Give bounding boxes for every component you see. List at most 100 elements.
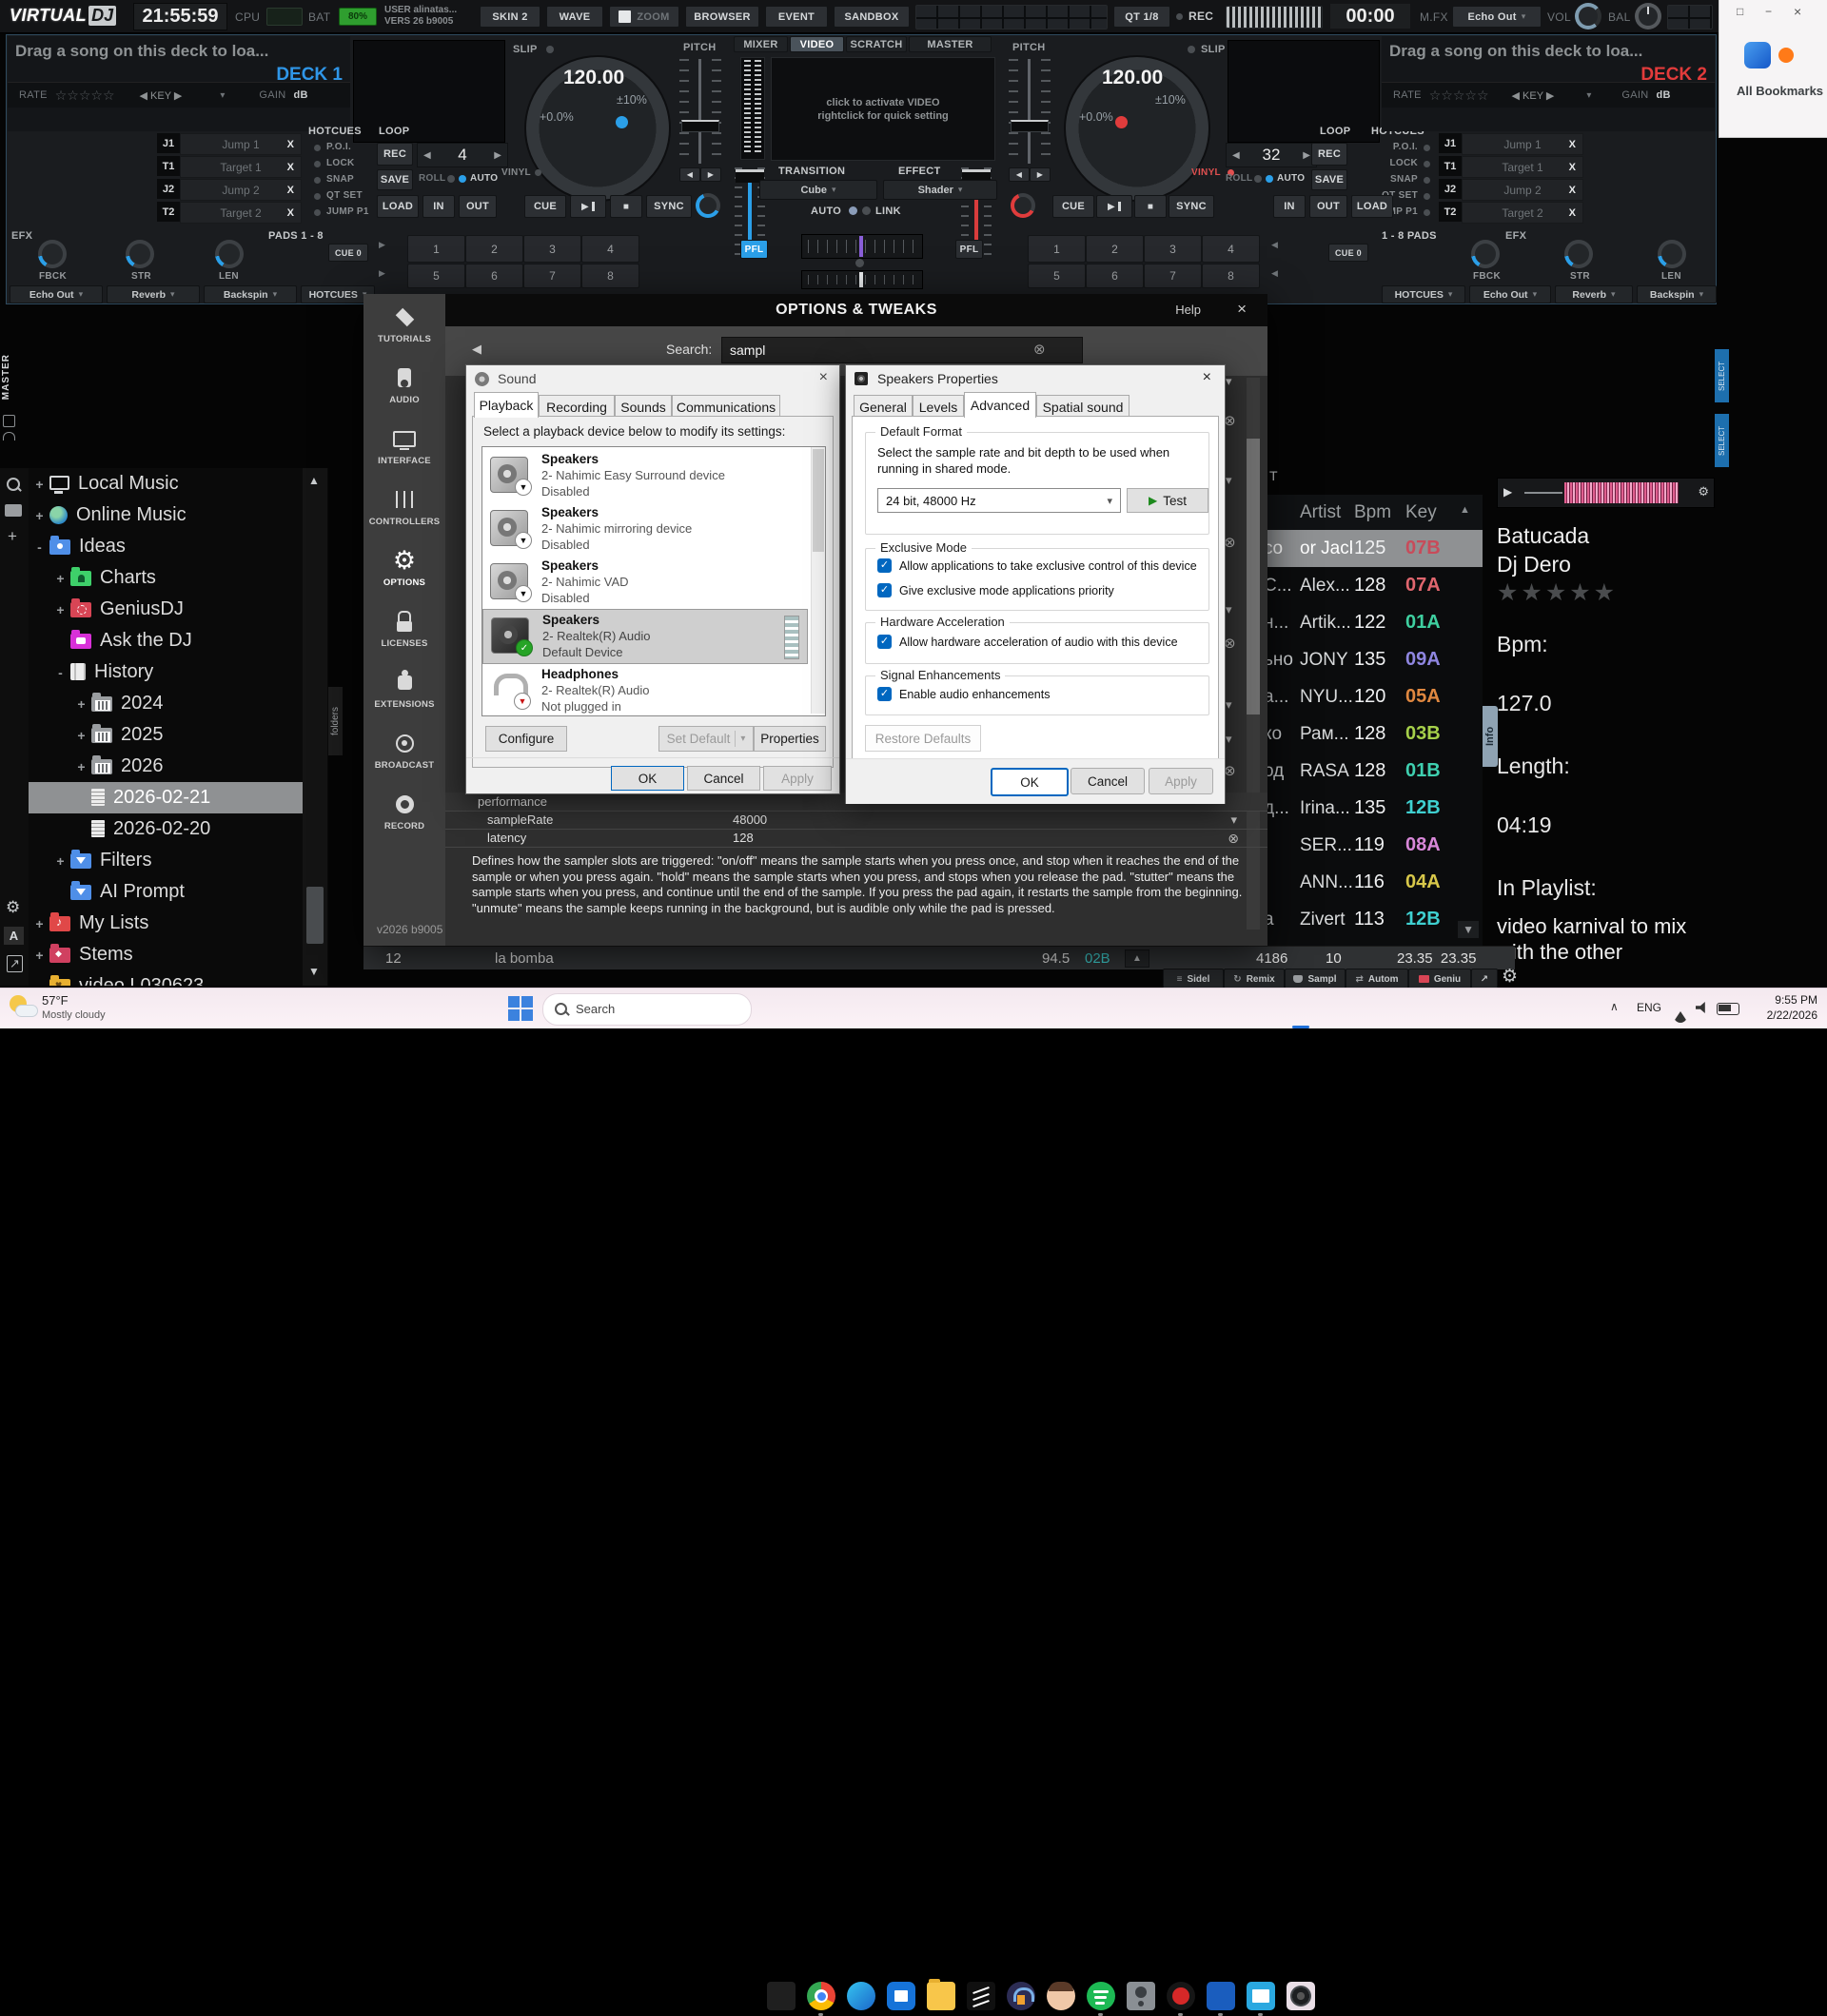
master-volume-knob[interactable] <box>1575 3 1601 29</box>
sidebar-item-ideas[interactable]: - Ideas <box>29 531 328 562</box>
sidebar-item-filters[interactable]: + Filters <box>29 845 328 876</box>
expander[interactable]: + <box>32 508 47 523</box>
folders-tab[interactable]: folders <box>328 687 343 755</box>
deck1-flag-qtset[interactable]: QT SET <box>326 190 363 201</box>
sidebar-item-controllers[interactable]: CONTROLLERS <box>363 477 445 538</box>
apply-button[interactable]: Apply <box>763 766 832 791</box>
sidebar-item-2024[interactable]: +2024 <box>29 688 328 719</box>
configure-button[interactable]: Configure <box>485 726 567 752</box>
sidebar-item-stems[interactable]: + Stems <box>29 939 328 970</box>
taskbar-app-speakers[interactable] <box>1127 1982 1155 2010</box>
effect-select[interactable]: Shader ▾ <box>883 180 997 200</box>
browser-button[interactable]: BROWSER <box>685 6 759 28</box>
deck1-cue4[interactable]: Target 2 X <box>180 202 302 224</box>
row-chevron-icon[interactable]: ▾ <box>1226 732 1232 747</box>
settings-row-latency[interactable]: latency 128 ⊗ <box>445 829 1267 848</box>
cue-clear-icon[interactable]: X <box>287 162 294 173</box>
deck2-pad-6[interactable]: 6 <box>1086 264 1144 288</box>
deck2-title-block[interactable]: Drag a song on this deck to loa... DECK … <box>1382 36 1715 131</box>
deck2-filter-knob[interactable] <box>1011 193 1035 218</box>
deck2-flag-lock[interactable]: LOCK <box>1370 158 1418 168</box>
deck1-pad-2[interactable]: 2 <box>465 235 523 263</box>
pads-page-next-icon[interactable]: ▶ <box>379 268 385 279</box>
deck1-pad-6[interactable]: 6 <box>465 264 523 288</box>
expander[interactable]: + <box>32 477 47 492</box>
deck1-cue2-key[interactable]: T1 <box>157 156 180 176</box>
tracklist-scroll-down-icon[interactable]: ▼ <box>1458 921 1479 938</box>
deck1-loop-rec-button[interactable]: REC <box>377 143 413 166</box>
sampler-grid-right[interactable] <box>1667 5 1713 29</box>
deck1-pad-4[interactable]: 4 <box>581 235 639 263</box>
efx2-slot2-select[interactable]: Reverb ▾ <box>1555 285 1633 303</box>
deck1-flag-jumpp1[interactable]: JUMP P1 <box>326 206 369 217</box>
deck2-cue4-key[interactable]: T2 <box>1439 202 1462 222</box>
ok-button[interactable]: OK <box>991 768 1069 796</box>
master-fx-select[interactable]: Echo Out ▾ <box>1452 6 1542 28</box>
gear-icon[interactable]: ⚙ <box>6 898 20 917</box>
tab-advanced[interactable]: Advanced <box>964 392 1036 418</box>
sampler-button[interactable]: Sampl <box>1285 969 1346 989</box>
deck2-gain-db[interactable]: dB <box>1656 89 1670 101</box>
expander[interactable]: + <box>53 571 68 586</box>
deck2-cue1-key[interactable]: J1 <box>1439 133 1462 153</box>
deck2-pad-1[interactable]: 1 <box>1028 235 1086 263</box>
efx2-cue0-button[interactable]: CUE 0 <box>1328 244 1368 262</box>
zoom-toggle[interactable]: ZOOM <box>609 6 679 28</box>
close-icon[interactable]: × <box>819 369 828 386</box>
sidebar-item-online-music[interactable]: + Online Music <box>29 499 328 531</box>
track-row[interactable]: н... Artik... 122 01A <box>1258 604 1483 641</box>
deck2-pad-5[interactable]: 5 <box>1028 264 1086 288</box>
setting-value[interactable]: 128 <box>733 831 754 845</box>
setting-value[interactable]: 48000 <box>733 812 767 827</box>
speaker-icon[interactable] <box>1696 1002 1705 1013</box>
deck1-loop-in-button[interactable]: IN <box>422 195 455 218</box>
deck2-flag-snap[interactable]: SNAP <box>1370 174 1418 185</box>
ok-button[interactable]: OK <box>611 766 684 791</box>
cue-clear-icon[interactable]: X <box>1569 185 1576 196</box>
external-window-icon[interactable]: ↗ <box>7 955 23 972</box>
deck1-pitch-handle[interactable] <box>681 120 719 132</box>
deck2-sync-button[interactable]: SYNC <box>1169 195 1214 218</box>
deck1-filter-knob[interactable] <box>696 193 720 218</box>
loop-double-icon[interactable]: ▶ <box>494 150 501 161</box>
deck1-pfl-button[interactable]: PFL <box>740 240 768 259</box>
pads-page-prev-icon[interactable]: ◀ <box>1271 268 1278 279</box>
deck2-loop-load-button[interactable]: LOAD <box>1351 195 1393 218</box>
track-row[interactable]: pink10606A <box>1258 938 1483 946</box>
expander[interactable]: + <box>53 853 68 869</box>
deck1-pitch-up-button[interactable]: ▶ <box>700 167 721 182</box>
deck1-pad-7[interactable]: 7 <box>523 264 581 288</box>
efx2-slot3-select[interactable]: Backspin ▾ <box>1637 285 1717 303</box>
tab-video[interactable]: VIDEO <box>790 36 844 52</box>
restore-defaults-button[interactable]: Restore Defaults <box>865 725 981 752</box>
mixer-auto-label[interactable]: AUTO <box>811 206 841 217</box>
track-row[interactable]: a... NYU... 120 05A <box>1258 678 1483 715</box>
deck2-pitch-handle[interactable] <box>1011 120 1049 132</box>
options-scroll-thumb[interactable] <box>1247 439 1260 714</box>
efx1-slot3-select[interactable]: Backspin ▾ <box>204 285 297 303</box>
video-crossfader[interactable] <box>801 270 923 289</box>
cue-clear-icon[interactable]: X <box>287 139 294 150</box>
efx1-cue0-button[interactable]: CUE 0 <box>328 244 368 262</box>
master-output-icon[interactable] <box>3 415 15 427</box>
sidebar-item-tutorials[interactable]: TUTORIALS <box>363 294 445 355</box>
search-input[interactable] <box>721 337 1083 363</box>
window-close-icon[interactable]: × <box>1794 4 1801 19</box>
edge-orange-dot-icon[interactable] <box>1778 48 1794 63</box>
deck1-rate-stars[interactable]: ☆☆☆☆☆ <box>55 88 115 104</box>
video-crossfader-handle[interactable] <box>859 272 863 287</box>
tab-scratch[interactable]: SCRATCH <box>846 36 907 52</box>
deck2-pfl-button[interactable]: PFL <box>955 240 983 259</box>
deck2-cue3[interactable]: Jump 2 X <box>1462 179 1583 201</box>
deck2-loop-rec-button[interactable]: REC <box>1311 143 1347 166</box>
start-button[interactable] <box>507 995 534 1022</box>
clear-search-icon[interactable]: ⊗ <box>1033 341 1046 358</box>
scroll-thumb[interactable] <box>306 887 324 944</box>
weather-widget[interactable]: 57°F Mostly cloudy <box>6 990 148 1027</box>
deck2-pad-8[interactable]: 8 <box>1202 264 1260 288</box>
browser-settings-gear-icon[interactable]: ⚙ <box>1502 966 1518 988</box>
settings-row-samplerate[interactable]: sampleRate 48000 ▾ <box>445 811 1267 830</box>
cue-clear-icon[interactable]: X <box>1569 207 1576 219</box>
trackinfo-stars[interactable]: ★★★★★ <box>1497 578 1618 607</box>
deck2-stop-button[interactable]: ■ <box>1134 195 1167 218</box>
